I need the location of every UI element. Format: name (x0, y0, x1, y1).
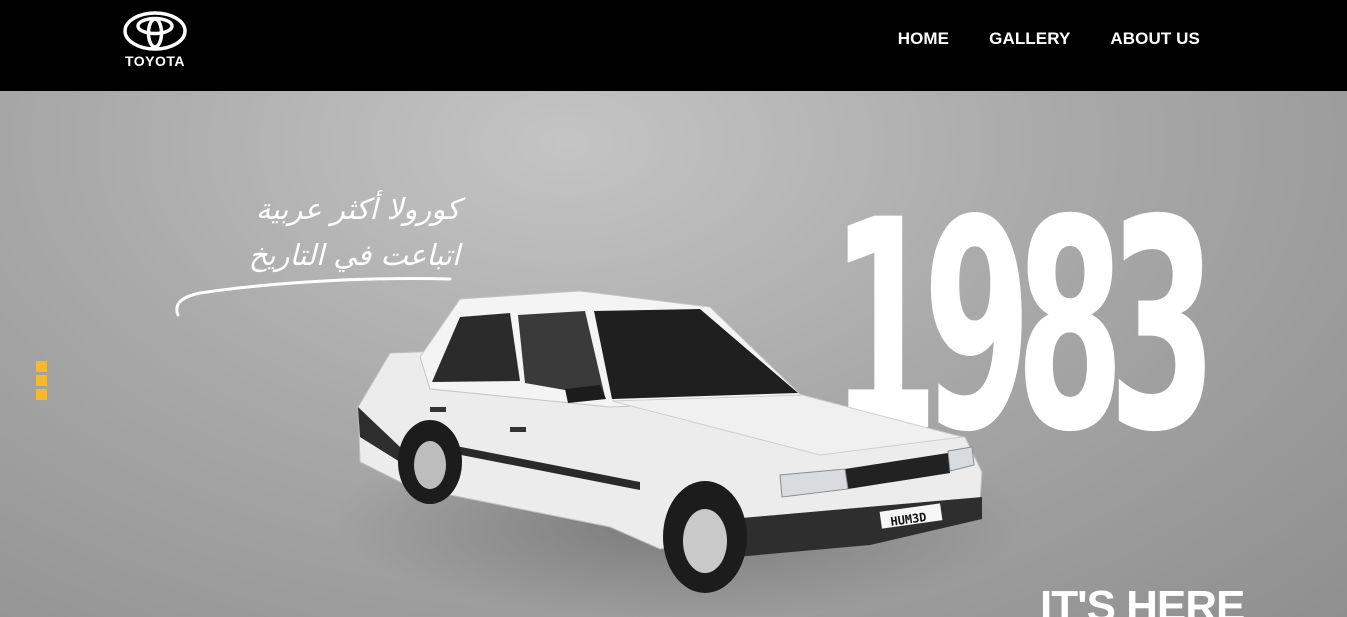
logo-wordmark: TOYOTA (124, 53, 186, 69)
toyota-emblem-icon (123, 11, 187, 51)
site-header: TOYOTA HOME GALLERY ABOUT US (0, 0, 1347, 91)
arabic-line-1: كورولا أكثر عربية (255, 192, 460, 226)
arabic-calligraphy-heading: كورولا أكثر عربية اتباعت في التاريخ (160, 186, 460, 278)
corolla-car-image: HUM3D (357, 290, 983, 593)
slide-indicator-dot[interactable] (36, 389, 47, 400)
main-nav: HOME GALLERY ABOUT US (898, 29, 1200, 49)
page: TOYOTA HOME GALLERY ABOUT US كورولا أكثر… (0, 0, 1347, 617)
nav-about-us-link[interactable]: ABOUT US (1110, 29, 1200, 49)
hero-tagline: IT'S HERE (1040, 582, 1245, 617)
slide-indicator-dot[interactable] (36, 361, 47, 372)
slide-indicator[interactable] (36, 361, 47, 403)
slide-indicator-dot[interactable] (36, 375, 47, 386)
nav-gallery-link[interactable]: GALLERY (989, 29, 1070, 49)
nav-home-link[interactable]: HOME (898, 29, 949, 49)
hero-section: كورولا أكثر عربية اتباعت في التاريخ 1983 (0, 91, 1347, 617)
toyota-logo-link[interactable]: TOYOTA (118, 11, 192, 73)
